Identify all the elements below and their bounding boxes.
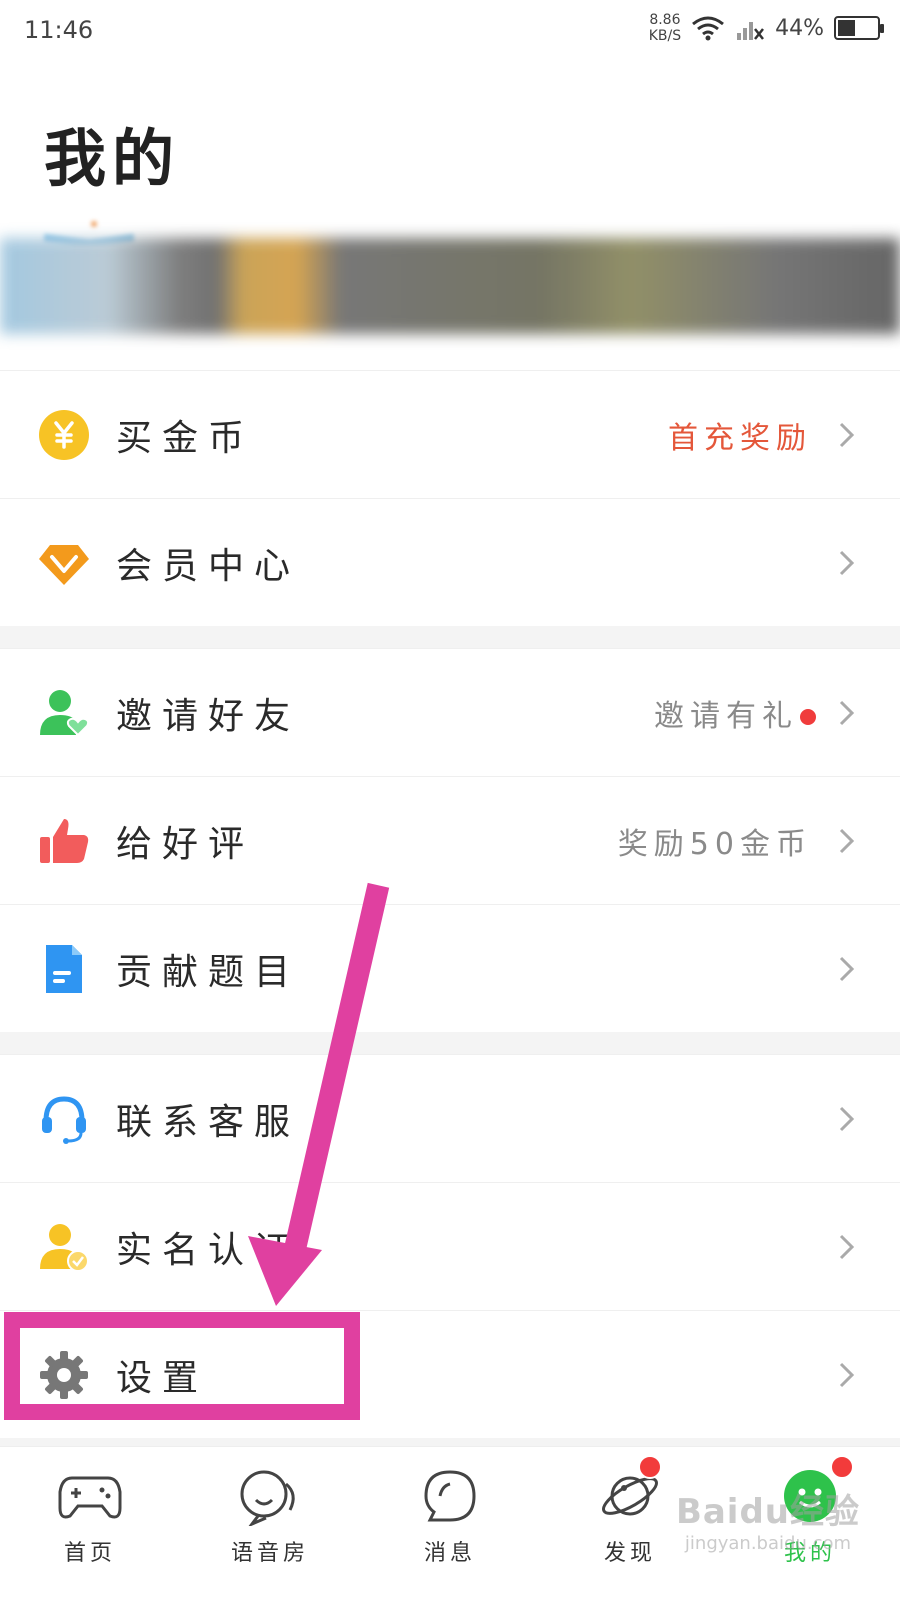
section-divider (0, 1032, 900, 1054)
net-speed-unit: KB/S (648, 28, 682, 44)
profile-card-blurred[interactable] (0, 238, 900, 334)
chevron-right-icon (839, 700, 855, 726)
tab-label: 发现 (603, 1541, 656, 1566)
menu-item-label: 给好评 (116, 823, 255, 865)
menu-item-vip-center[interactable]: 会员中心 (0, 498, 900, 626)
menu-item-buy-coins[interactable]: 买金币 首充奖励 (0, 370, 900, 498)
annotation-highlight-box (4, 1312, 360, 1420)
invite-gift-label: 邀请有礼 (654, 698, 798, 734)
thumbs-up-icon (38, 815, 90, 867)
first-charge-reward-text: 首充奖励 (668, 420, 812, 456)
notification-badge (638, 1455, 662, 1479)
notification-dot (800, 709, 816, 725)
page-title: 我的 (44, 122, 181, 195)
status-time: 11:46 (24, 16, 94, 44)
user-verified-icon (38, 1221, 90, 1273)
document-icon (38, 943, 90, 995)
menu-item-customer-service[interactable]: 联系客服 (0, 1054, 900, 1182)
menu-item-label: 实名认证 (116, 1229, 301, 1271)
signal-icon (737, 22, 765, 40)
tab-home[interactable]: 首页 (0, 1447, 180, 1600)
watermark-sub: jingyan.baidu.com (684, 1533, 852, 1554)
voice-room-icon (237, 1463, 303, 1529)
baidu-jingyan-watermark: Baidu经验 jingyan.baidu.com (676, 1484, 860, 1554)
menu-item-real-name-verification[interactable]: 实名认证 (0, 1182, 900, 1310)
diamond-icon (38, 537, 90, 589)
menu-item-label: 会员中心 (116, 545, 301, 587)
status-icons: 8.86 KB/S 44% (649, 12, 884, 44)
chevron-right-icon (839, 1362, 855, 1388)
chevron-right-icon (839, 550, 855, 576)
tab-voice-room[interactable]: 语音房 (180, 1447, 360, 1600)
tab-label: 语音房 (230, 1541, 309, 1566)
battery-icon (834, 16, 884, 40)
chevron-right-icon (839, 1234, 855, 1260)
battery-level-fill (838, 20, 855, 36)
menu-item-label: 邀请好友 (116, 695, 301, 737)
network-speed: 8.86 KB/S (649, 12, 681, 44)
chevron-right-icon (839, 1106, 855, 1132)
tab-label: 消息 (423, 1541, 476, 1566)
gamepad-icon (57, 1463, 123, 1529)
chevron-right-icon (839, 422, 855, 448)
menu-item-invite-friends[interactable]: 邀请好友 邀请有礼 (0, 648, 900, 776)
battery-percent: 44% (775, 15, 824, 41)
reward-coins-text: 奖励50金币 (617, 826, 812, 862)
notification-badge (830, 1455, 854, 1479)
headset-icon (38, 1093, 90, 1145)
chat-bubble-icon (417, 1463, 483, 1529)
watermark-main: Baidu经验 (675, 1492, 860, 1532)
net-speed-value: 8.86 (649, 12, 681, 28)
invite-gift-text: 邀请有礼 (654, 691, 816, 735)
status-bar: 11:46 8.86 KB/S 44% (0, 0, 900, 64)
menu-item-label: 联系客服 (116, 1101, 301, 1143)
menu-item-rate-app[interactable]: 给好评 奖励50金币 (0, 776, 900, 904)
menu-item-contribute-questions[interactable]: 贡献题目 (0, 904, 900, 1032)
yuan-coin-icon (38, 409, 90, 461)
tab-messages[interactable]: 消息 (360, 1447, 540, 1600)
menu-item-label: 买金币 (116, 417, 255, 459)
chevron-right-icon (839, 828, 855, 854)
menu-list: 买金币 首充奖励 会员中心 邀请好友 邀请有礼 给好评 奖励50金币 贡献题目 … (0, 370, 900, 1452)
section-divider (0, 626, 900, 648)
user-heart-icon (38, 687, 90, 739)
tab-label: 首页 (63, 1541, 116, 1566)
chevron-right-icon (839, 956, 855, 982)
wifi-icon (692, 16, 725, 41)
menu-item-label: 贡献题目 (116, 951, 301, 993)
